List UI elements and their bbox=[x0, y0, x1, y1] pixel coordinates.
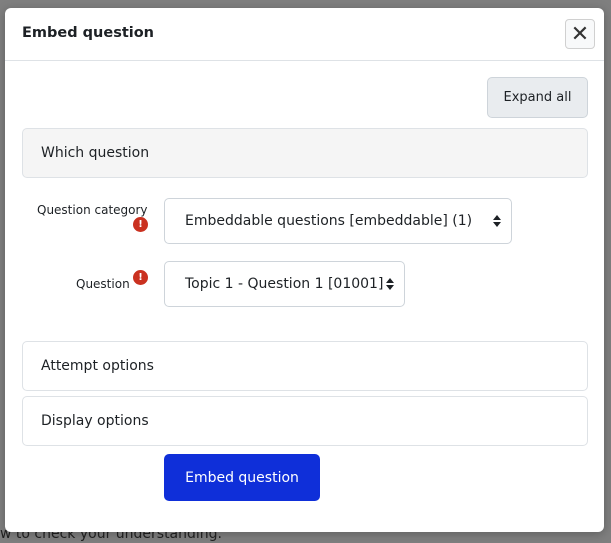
required-icon: ! bbox=[133, 217, 148, 232]
section-which-question[interactable]: Which question bbox=[22, 128, 588, 178]
section-display-options[interactable]: Display options bbox=[22, 396, 588, 446]
question-category-select[interactable]: Embeddable questions [embeddable] (1) bbox=[164, 198, 512, 244]
section-attempt-options[interactable]: Attempt options bbox=[22, 341, 588, 391]
modal-header: Embed question ✕ bbox=[5, 8, 604, 61]
close-button[interactable]: ✕ bbox=[565, 19, 595, 49]
section-which-question-label: Which question bbox=[41, 145, 150, 161]
embed-question-modal: Embed question ✕ Expand all Which questi… bbox=[5, 8, 604, 532]
sort-arrows-icon bbox=[493, 215, 501, 227]
question-label: Question bbox=[76, 277, 130, 291]
required-icon: ! bbox=[133, 270, 148, 285]
embed-question-button[interactable]: Embed question bbox=[164, 454, 320, 501]
question-select[interactable]: Topic 1 - Question 1 [01001] bbox=[164, 261, 405, 307]
close-icon: ✕ bbox=[570, 21, 590, 47]
modal-title: Embed question bbox=[22, 25, 155, 41]
question-category-label: Question category bbox=[37, 203, 148, 217]
sort-arrows-icon bbox=[386, 278, 394, 290]
section-display-options-label: Display options bbox=[41, 413, 149, 429]
question-category-value: Embeddable questions [embeddable] (1) bbox=[185, 213, 473, 229]
section-attempt-options-label: Attempt options bbox=[41, 358, 154, 374]
question-value: Topic 1 - Question 1 [01001] bbox=[185, 276, 384, 292]
expand-all-button[interactable]: Expand all bbox=[487, 77, 588, 118]
